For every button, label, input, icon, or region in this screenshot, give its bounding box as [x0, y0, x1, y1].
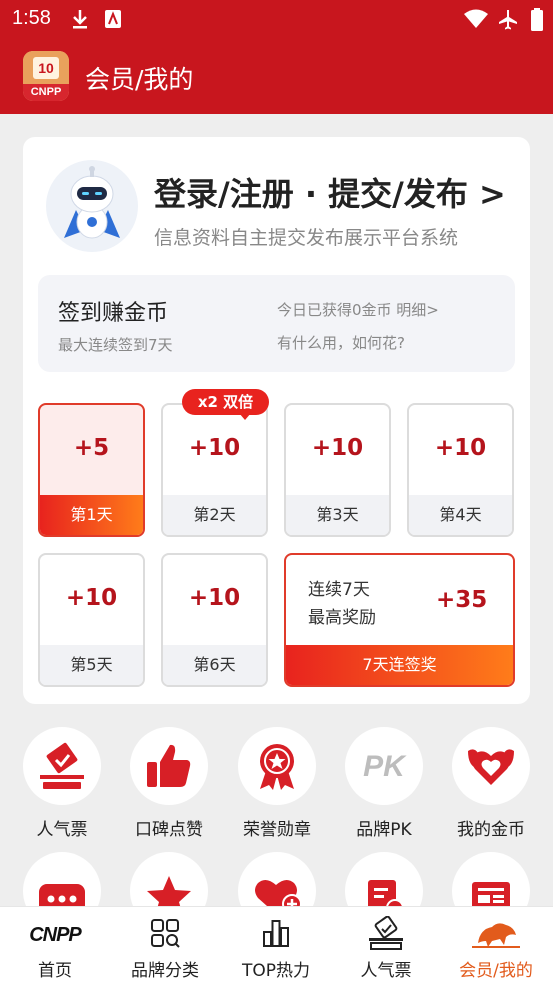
heart-coin-icon — [468, 749, 514, 785]
double-badge: x2 双倍 — [182, 389, 269, 420]
sign-day-label: 第2天 — [163, 495, 266, 535]
sign-day-5[interactable]: +10 第5天 — [38, 553, 145, 687]
sign-day-6[interactable]: +10 第6天 — [161, 553, 268, 687]
robot-mascot-icon — [64, 166, 120, 239]
sign-day-label: 第1天 — [40, 495, 143, 535]
sign-in-panel: 签到赚金币 最大连续签到7天 今日已获得0金币 明细> 有什么用，如何花? — [38, 275, 515, 372]
bottom-tab-bar: CNPP 首页 品牌分类 TOP热力 人气票 会员/我的 — [0, 906, 553, 984]
tab-home[interactable]: CNPP 首页 — [0, 907, 110, 984]
battery-icon — [531, 8, 543, 31]
bonus-line-2: 最高奖励 — [308, 608, 376, 628]
tab-label: 品牌分类 — [131, 961, 199, 981]
lion-icon — [472, 923, 520, 948]
download-icon — [73, 10, 87, 29]
feature-reputation-like[interactable]: 口碑点赞 — [119, 727, 219, 840]
status-time: 1:58 — [12, 7, 51, 29]
sign-day-points: +10 — [434, 435, 487, 461]
avatar[interactable] — [46, 160, 138, 252]
app-logo-number: 10 — [33, 57, 59, 79]
feature-brand-pk[interactable]: PK 品牌PK — [334, 727, 434, 840]
tab-brand-category[interactable]: 品牌分类 — [110, 907, 220, 984]
member-card: 登录/注册 · 提交/发布 > 信息资料自主提交发布展示平台系统 签到赚金币 最… — [23, 137, 530, 704]
sign-day-4[interactable]: +10 第4天 — [407, 403, 514, 537]
sign-day-points: +10 — [188, 585, 241, 611]
feature-honor-medal[interactable]: 荣誉勋章 — [227, 727, 327, 840]
sign-day-1[interactable]: +5 第1天 — [38, 403, 145, 537]
app-bar: 10 CNPP 会员/我的 — [0, 40, 553, 114]
tab-label: 会员/我的 — [459, 961, 533, 981]
status-bar: 1:58 — [0, 0, 553, 40]
tab-top-heat[interactable]: TOP热力 — [221, 907, 331, 984]
bonus-points: +35 — [436, 587, 488, 613]
bonus-label: 7天连签奖 — [286, 645, 513, 685]
login-subtitle: 信息资料自主提交发布展示平台系统 — [154, 227, 459, 249]
feature-label: 品牌PK — [356, 820, 412, 840]
svg-text:CNPP: CNPP — [29, 924, 82, 946]
sign-day-3[interactable]: +10 第3天 — [284, 403, 391, 537]
feature-popularity-vote[interactable]: 人气票 — [12, 727, 112, 840]
coin-help-link[interactable]: 有什么用，如何花? — [277, 332, 405, 353]
seven-day-bonus[interactable]: 连续7天 最高奖励 +35 7天连签奖 — [284, 553, 515, 687]
page-title: 会员/我的 — [85, 65, 194, 94]
sign-day-label: 第6天 — [163, 645, 266, 685]
sign-in-title: 签到赚金币 — [58, 301, 169, 326]
airplane-mode-icon — [499, 10, 517, 30]
app-logo: 10 CNPP — [23, 51, 69, 101]
sign-day-points: +10 — [311, 435, 364, 461]
thumbs-up-icon — [147, 744, 191, 787]
sign-day-points: +10 — [65, 585, 118, 611]
tab-label: TOP热力 — [241, 961, 311, 981]
app-logo-text: CNPP — [23, 84, 69, 101]
tab-member[interactable]: 会员/我的 — [441, 907, 551, 984]
sign-in-max-streak: 最大连续签到7天 — [58, 336, 173, 354]
sign-day-label: 第3天 — [286, 495, 389, 535]
feature-label: 人气票 — [36, 820, 88, 840]
notification-app-icon — [105, 10, 121, 28]
category-grid-icon — [151, 919, 180, 948]
feature-my-coins[interactable]: 我的金币 — [441, 727, 541, 840]
wifi-icon — [464, 9, 488, 28]
bonus-line-1: 连续7天 — [308, 580, 370, 600]
sign-day-points: +10 — [188, 435, 241, 461]
feature-label: 我的金币 — [457, 820, 525, 840]
tab-label: 首页 — [38, 961, 72, 981]
double-badge-text: x2 双倍 — [197, 393, 254, 411]
sign-day-points: +5 — [73, 435, 110, 461]
ballot-box-icon — [40, 742, 84, 789]
today-earned-link[interactable]: 今日已获得0金币 明细> — [277, 299, 439, 320]
feature-label: 荣誉勋章 — [243, 820, 311, 840]
cnpp-logo-icon: CNPP — [29, 924, 83, 946]
pk-icon: PK — [363, 750, 407, 783]
medal-icon — [260, 744, 294, 790]
sign-day-2[interactable]: +10 第2天 — [161, 403, 268, 537]
tab-label: 人气票 — [360, 961, 412, 981]
feature-label: 口碑点赞 — [135, 820, 203, 840]
sign-day-label: 第5天 — [40, 645, 143, 685]
bar-chart-icon — [263, 920, 289, 947]
login-register-link[interactable]: 登录/注册 · 提交/发布 > — [154, 169, 506, 215]
tab-popularity-vote[interactable]: 人气票 — [331, 907, 441, 984]
svg-text:PK: PK — [363, 750, 407, 783]
ballot-box-outline-icon — [369, 916, 403, 950]
sign-day-label: 第4天 — [409, 495, 512, 535]
